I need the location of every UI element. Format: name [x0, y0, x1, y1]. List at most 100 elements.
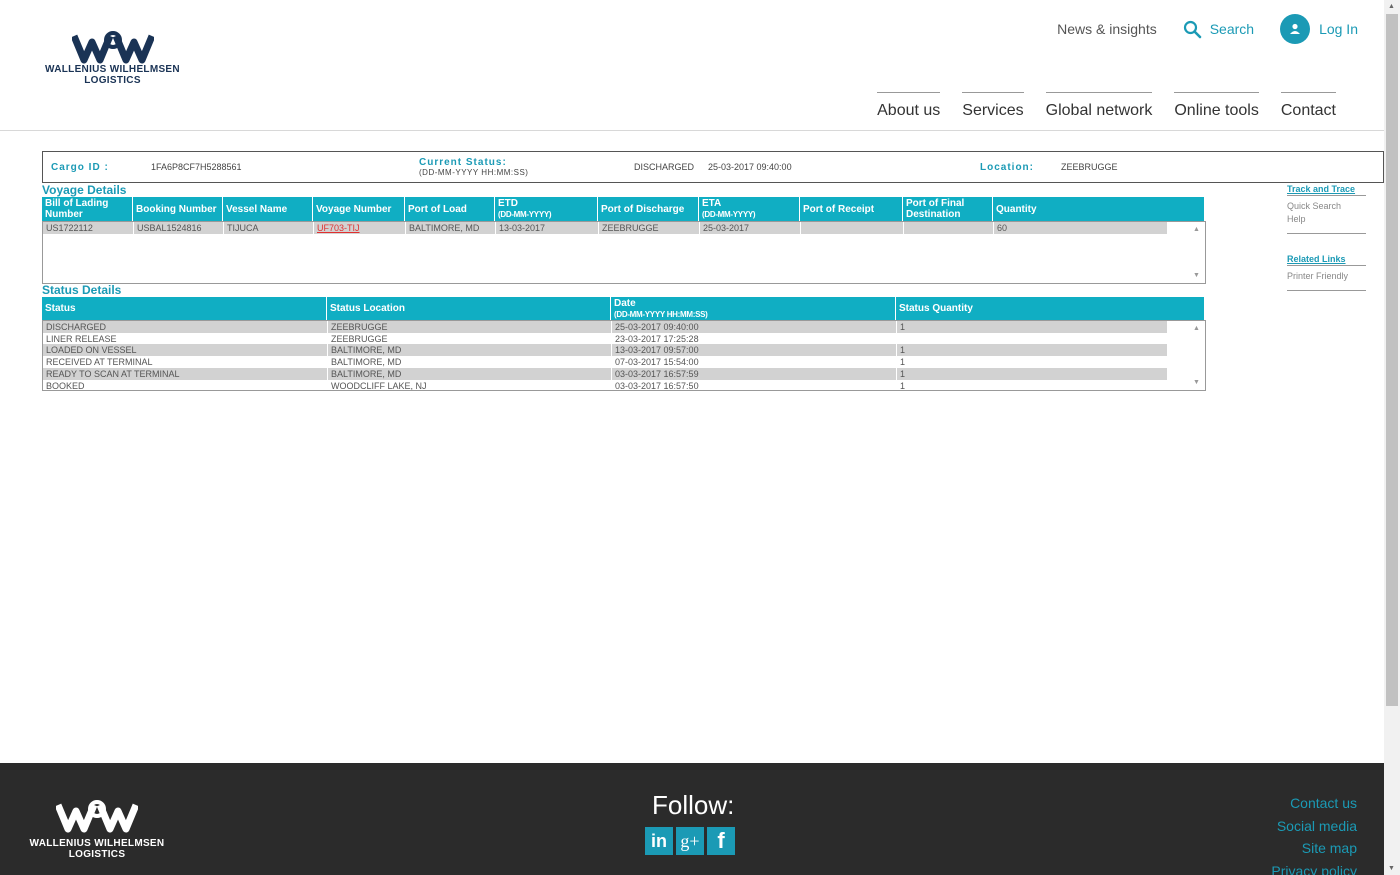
voyage-number-link[interactable]: UF703-TIJ [317, 223, 360, 233]
footer-link-site-map[interactable]: Site map [1271, 837, 1357, 860]
user-icon [1280, 14, 1311, 44]
column-header: Status [42, 297, 327, 320]
track-and-trace-menu: Track and Trace Quick Search Help [1287, 184, 1366, 234]
column-header: Status Location [327, 297, 611, 320]
column-header: Port of Receipt [800, 197, 903, 221]
related-links-heading[interactable]: Related Links [1287, 254, 1366, 266]
scroll-up-icon[interactable]: ▲ [1388, 3, 1395, 10]
column-header-label: Voyage Number [316, 203, 392, 215]
nav-contact[interactable]: Contact [1280, 92, 1336, 120]
column-header: ETD (DD-MM-YYYY) [495, 197, 598, 221]
related-links-menu: Related Links Printer Friendly [1287, 254, 1366, 291]
table-cell: 1 [897, 380, 1205, 391]
voyage-table-header: Bill of Lading Number Booking Number Vesse… [42, 197, 1205, 221]
google-plus-icon[interactable]: g+ [676, 827, 704, 855]
voyage-table-body[interactable]: ▲ ▼ US1722112 USBAL1524816 TIJUCA UF703-TIJ… [42, 221, 1206, 284]
page-scrollbar[interactable]: ▲ ▼ [1384, 0, 1400, 875]
column-header: Voyage Number [313, 197, 405, 221]
table-cell: TIJUCA [224, 222, 314, 234]
printer-friendly-link[interactable]: Printer Friendly [1287, 270, 1366, 283]
nav-global-network[interactable]: Global network [1045, 92, 1153, 120]
footer-link-social-media[interactable]: Social media [1271, 815, 1357, 838]
voyage-details-title: Voyage Details [42, 183, 127, 197]
table-cell: WOODCLIFF LAKE, NJ [328, 379, 612, 390]
table-cell: 23-03-2017 17:25:28 [612, 332, 897, 345]
nav-about-us[interactable]: About us [877, 92, 941, 120]
facebook-icon[interactable]: f [707, 827, 735, 855]
table-cell: 1 [897, 356, 1205, 368]
table-cell: ZEEBRUGGE [599, 222, 700, 234]
table-cell: 13-03-2017 09:57:00 [612, 344, 897, 357]
table-cell: BALTIMORE, MD [406, 222, 496, 234]
table-cell: 1 [897, 321, 1205, 333]
table-cell [904, 222, 994, 234]
help-link[interactable]: Help [1287, 213, 1366, 226]
table-cell: 25-03-2017 [700, 222, 801, 234]
column-header-label: ETD [498, 198, 518, 209]
status-details-title: Status Details [42, 283, 122, 297]
social-icons: in g+ f [645, 827, 738, 855]
status-table-body[interactable]: ▲ ▼ DISCHARGED ZEEBRUGGE 25-03-2017 09:40:… [42, 320, 1206, 391]
table-row[interactable]: BOOKED WOODCLIFF LAKE, NJ 03-03-2017 16:57… [43, 379, 1167, 390]
nav-services[interactable]: Services [962, 92, 1024, 120]
linkedin-icon[interactable]: in [645, 827, 673, 855]
footer-link-contact-us[interactable]: Contact us [1271, 792, 1357, 815]
brand-logo[interactable]: WALLENIUS WILHELMSEN LOGISTICS [40, 30, 185, 86]
nav-online-tools[interactable]: Online tools [1174, 92, 1259, 120]
search-icon [1183, 20, 1202, 38]
table-cell: READY TO SCAN AT TERMINAL [43, 367, 328, 380]
column-header-label: Booking Number [136, 203, 217, 215]
scroll-down-icon[interactable]: ▼ [1388, 865, 1395, 872]
table-cell: US1722112 [43, 222, 134, 234]
table-cell: LOADED ON VESSEL [43, 344, 328, 357]
column-header: Status Quantity [896, 297, 1205, 320]
table-cell: 03-03-2017 16:57:59 [612, 367, 897, 380]
table-row[interactable]: READY TO SCAN AT TERMINAL BALTIMORE, MD 03… [43, 367, 1167, 380]
table-cell: BALTIMORE, MD [328, 344, 612, 357]
quick-search-link[interactable]: Quick Search [1287, 200, 1366, 213]
column-header: Bill of Lading Number [42, 197, 133, 221]
table-row[interactable]: US1722112 USBAL1524816 TIJUCA UF703-TIJ BALT… [43, 222, 1167, 234]
table-cell: 07-03-2017 15:54:00 [612, 356, 897, 369]
current-status-label: Current Status: [419, 157, 507, 168]
scroll-down-icon[interactable]: ▼ [1193, 272, 1200, 279]
status-table-header: Status Status Location Date (DD-MM-YYYY HH:… [42, 297, 1205, 320]
table-cell: BALTIMORE, MD [328, 367, 612, 380]
table-cell: 60 [994, 222, 1205, 234]
table-cell: LINER RELEASE [43, 332, 328, 345]
footer-link-privacy-policy[interactable]: Privacy policy [1271, 860, 1357, 875]
table-cell [897, 333, 1205, 345]
table-cell: DISCHARGED [43, 321, 328, 333]
table-cell: RECEIVED AT TERMINAL [43, 356, 328, 369]
utility-nav: News & insights Search Log In [1031, 12, 1358, 46]
column-header-label: Date [614, 297, 636, 309]
ww-logo-icon [71, 31, 154, 64]
column-header-label: Bill of Lading Number [45, 198, 109, 220]
footer-brand-logo[interactable]: WALLENIUS WILHELMSEN LOGISTICS [26, 799, 168, 860]
column-header-format: (DD-MM-YYYY) [498, 210, 552, 219]
cargo-summary: Cargo ID : 1FA6P8CF7H5288561 Current Sta… [42, 151, 1384, 183]
table-cell: 25-03-2017 09:40:00 [612, 321, 897, 333]
track-and-trace-heading[interactable]: Track and Trace [1287, 184, 1366, 196]
login-link[interactable]: Log In [1280, 14, 1358, 44]
divider [1287, 290, 1366, 291]
search-link[interactable]: Search [1183, 20, 1254, 39]
column-header-label: Port of Load [408, 203, 467, 215]
location-label: Location: [980, 162, 1034, 173]
table-row[interactable]: LINER RELEASE ZEEBRUGGE 23-03-2017 17:25:2… [43, 332, 1167, 345]
table-row[interactable]: RECEIVED AT TERMINAL BALTIMORE, MD 07-03-2… [43, 356, 1167, 369]
column-header-label: Quantity [996, 203, 1037, 215]
table-cell: ZEEBRUGGE [328, 332, 612, 345]
column-header-format: (DD-MM-YYYY HH:MM:SS) [614, 309, 708, 319]
news-link[interactable]: News & insights [1057, 21, 1157, 37]
column-header-label: Port of Receipt [803, 203, 875, 215]
status-format: (DD-MM-YYYY HH:MM:SS) [419, 168, 529, 177]
table-cell: UF703-TIJ [314, 222, 406, 234]
table-cell: BALTIMORE, MD [328, 356, 612, 369]
column-header-label: ETA [702, 198, 722, 209]
table-row[interactable]: DISCHARGED ZEEBRUGGE 25-03-2017 09:40:00 1 [43, 321, 1167, 333]
scrollbar-thumb[interactable] [1386, 14, 1398, 706]
main-nav: About us Services Global network Online … [855, 92, 1336, 120]
table-cell: USBAL1524816 [134, 222, 224, 234]
table-row[interactable]: LOADED ON VESSEL BALTIMORE, MD 13-03-2017 … [43, 344, 1167, 357]
